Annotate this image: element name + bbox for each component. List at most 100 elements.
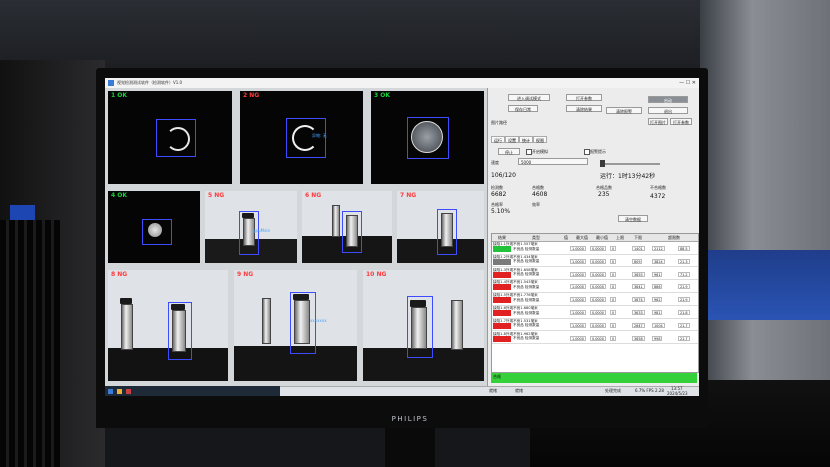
table-row[interactable]: 缺陷1.6外观不良1.680毫米 不良品 检测数量 1.0000 0.0000 0 363… (492, 306, 698, 319)
row-cell[interactable]: 1.0000 (570, 271, 586, 277)
row-cell[interactable]: 1.0000 (570, 258, 586, 264)
row-cell: 3824 (652, 258, 665, 264)
vial (262, 298, 271, 344)
speed-slider-knob[interactable] (600, 160, 605, 167)
camera-view-7[interactable]: 7 NG (397, 191, 484, 263)
speed-slider-track[interactable] (600, 163, 660, 165)
row-cell[interactable]: 0.0000 (590, 258, 606, 264)
stop-button[interactable]: 停止 (498, 148, 520, 155)
vial (294, 300, 310, 344)
camera-view-4[interactable]: 4 OK (108, 191, 200, 263)
table-row[interactable]: 缺陷1.4外观不良1.543毫米 不良品 检测数量 1.0000 0.0000 0 364… (492, 280, 698, 293)
row-cell: 0 (610, 322, 617, 328)
debug-mode-button[interactable]: 进入调试模式 (508, 94, 550, 101)
row-cell: 809 (632, 258, 643, 264)
row-subtype: 不良品 检测数量 (513, 336, 540, 341)
camera-view-9[interactable]: 9 NG xxxxxxx (234, 270, 357, 381)
save-daily-button[interactable]: 保存日常 (508, 105, 538, 112)
stat-value-2: 4608 (532, 191, 548, 198)
tab-permission[interactable]: 权限 (533, 136, 547, 143)
row-cell[interactable]: 1.0000 (570, 246, 586, 251)
folder-icon[interactable] (117, 389, 122, 394)
table-row[interactable]: 缺陷1.2外观不良1.434毫米 不良品 检测数量 1.0000 0.0000 0 809… (492, 255, 698, 268)
row-cell: 886 (652, 284, 663, 290)
camera-view-5[interactable]: 5 NG gpuMain (205, 191, 297, 263)
status-mid: 就绪 (515, 388, 523, 393)
clear-alarm-button[interactable]: 清除报警 (606, 107, 642, 114)
row-status-swatch (493, 246, 511, 252)
row-cell[interactable]: 1.0000 (570, 284, 586, 290)
status-right: 6.7% FPS 2.28 (635, 388, 664, 393)
load-params-button[interactable]: 打开参数 (670, 118, 692, 125)
row-cell[interactable]: 1.0000 (570, 297, 586, 303)
row-cell[interactable]: 0.0000 (590, 297, 606, 303)
camera-label: 7 NG (400, 192, 417, 199)
vial (121, 304, 133, 350)
start-button[interactable]: 启动 (648, 96, 688, 103)
control-panel: 进入调试模式 打开参数 启动 保存日常 清除结果 清除报警 退出 图片路径 打开… (487, 88, 699, 386)
camera-view-1[interactable]: 1 OK (108, 91, 232, 184)
clear-results-button[interactable]: 清除结果 (566, 105, 602, 112)
row-cell: 21.3 (678, 258, 690, 264)
title-bar: 视觉检测测试软件（检测软件）V1.0 — ☐ ✕ (105, 78, 699, 88)
monitor-stand (385, 428, 435, 467)
row-cell: 21.9 (678, 297, 690, 303)
row-status-swatch (493, 284, 511, 291)
blue-rack-panel (706, 250, 830, 320)
vial (332, 205, 340, 237)
row-cell[interactable]: 0.0000 (590, 246, 606, 251)
row-cell[interactable]: 1.0000 (570, 335, 586, 341)
defect-tag: xxxxxxx (310, 318, 327, 323)
tab-run[interactable]: 运行 (491, 136, 505, 143)
table-row[interactable]: 缺陷1.1外观不良1.557毫米 不良品 检测数量 1.0000 0.0000 0 140… (492, 242, 698, 255)
row-cell: 1004 (652, 322, 665, 328)
col-upper: 上限 (616, 235, 624, 240)
status-text: 处理完成 (605, 388, 621, 393)
row-cell: 0 (610, 297, 617, 303)
row-cell: 961 (652, 271, 663, 277)
row-cell[interactable]: 1.0000 (570, 322, 586, 328)
row-cell[interactable]: 0.0000 (590, 284, 606, 290)
row-status-swatch (493, 297, 511, 304)
row-cell[interactable]: 0.0000 (590, 271, 606, 277)
camera-view-3[interactable]: 3 OK (371, 91, 484, 184)
app-taskbar-icon[interactable] (126, 389, 131, 394)
table-row[interactable]: 缺陷1.7外观不良1.531毫米 不良品 检测数量 1.0000 0.0000 0 264… (492, 319, 698, 332)
row-cell: 71.2 (678, 271, 690, 277)
open-params-button[interactable]: 打开参数 (566, 94, 602, 101)
camera-label: 2 NG (243, 92, 260, 99)
camera-view-2[interactable]: 2 NG 异物: 无 (240, 91, 363, 184)
row-subtype: 不良品 检测数量 (513, 272, 540, 277)
table-row[interactable]: 缺陷1.8外观不良1.962毫米 不良品 检测数量 1.0000 0.0000 0 365… (492, 332, 698, 345)
monitor-bezel (96, 398, 708, 428)
row-cell: 998 (652, 335, 663, 341)
row-cell[interactable]: 0.0000 (590, 335, 606, 341)
part-disc (148, 223, 162, 237)
camera-view-10[interactable]: 10 NG (363, 270, 484, 381)
stat-header-4: 不合格数 (650, 185, 666, 190)
clear-data-button[interactable]: 清空数据 (618, 215, 648, 222)
tab-stats[interactable]: 统计 (519, 136, 533, 143)
open-image-button[interactable]: 打开图片 (648, 118, 668, 125)
row-cell: 0 (610, 310, 617, 315)
row-subtype: 不良品 检测数量 (513, 246, 540, 251)
alarm-label: 报警提示 (590, 149, 606, 154)
exit-button[interactable]: 退出 (648, 107, 688, 114)
row-status-swatch (493, 322, 511, 329)
row-cell[interactable]: 0.0000 (590, 322, 606, 328)
vial (411, 307, 427, 349)
row-cell: 0 (610, 284, 617, 290)
camera-view-6[interactable]: 6 NG (302, 191, 392, 263)
row-cell[interactable]: 0.0000 (590, 310, 606, 315)
tab-settings[interactable]: 设置 (505, 136, 519, 143)
camera-view-8[interactable]: 8 NG (108, 270, 228, 381)
table-row[interactable]: 缺陷1.3外观不良1.658毫米 不良品 检测数量 1.0000 0.0000 0 365… (492, 268, 698, 281)
window-controls[interactable]: — ☐ ✕ (679, 78, 696, 88)
cable-bundle (0, 220, 60, 467)
table-row[interactable]: 缺陷1.5外观不良1.776毫米 不良品 检测数量 1.0000 0.0000 0 367… (492, 293, 698, 306)
row-subtype: 不良品 检测数量 (513, 297, 540, 302)
row-cell[interactable]: 1.0000 (570, 310, 586, 315)
start-icon[interactable] (108, 389, 113, 394)
speed-input[interactable]: 5000 (518, 158, 588, 165)
vial-cap (410, 300, 426, 307)
